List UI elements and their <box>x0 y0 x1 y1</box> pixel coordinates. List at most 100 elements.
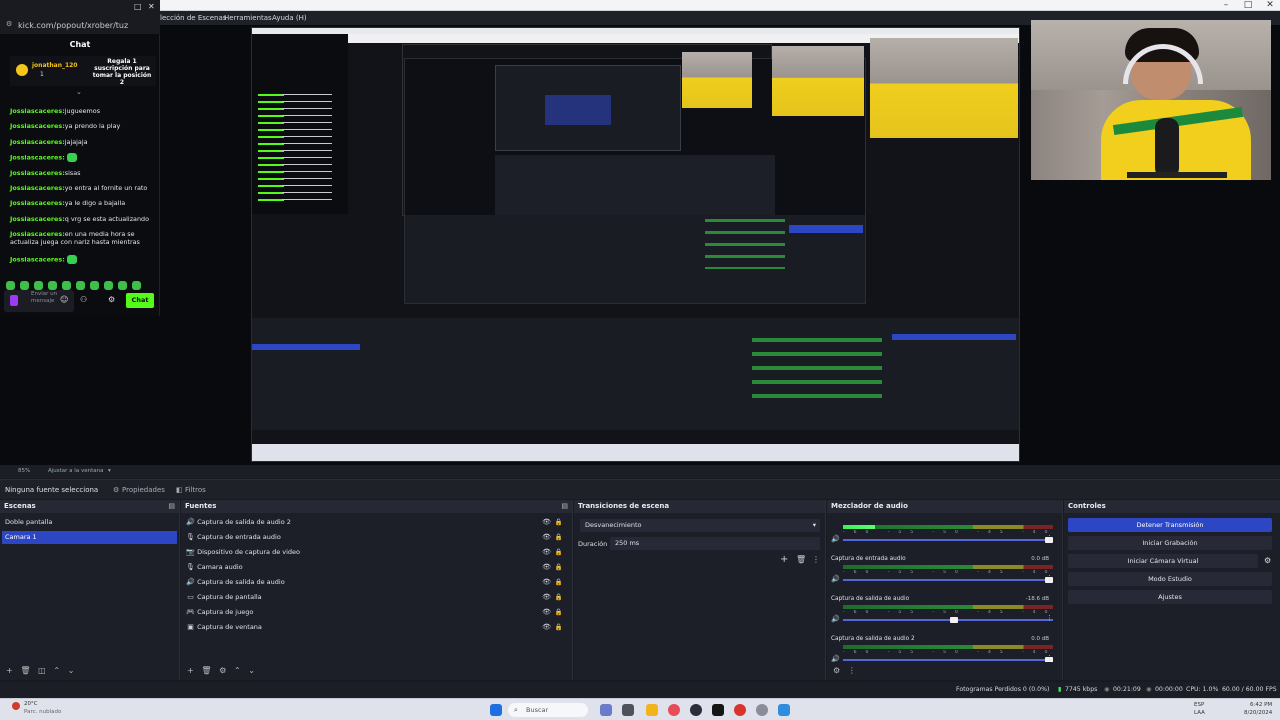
windows-start-icon[interactable] <box>490 704 502 716</box>
chat-username[interactable]: Jossiascaceres: <box>10 107 65 115</box>
scene-item[interactable]: Camara 1 <box>2 531 177 544</box>
taskbar-search[interactable]: ⌕ Buscar <box>508 703 588 717</box>
source-item[interactable]: 🔊 Captura de salida de audio 2 👁 🔒 <box>183 516 569 529</box>
task-view-icon[interactable] <box>622 704 634 716</box>
lock-icon[interactable]: 🔒 <box>555 561 563 574</box>
volume-slider[interactable] <box>843 579 1053 581</box>
scene-item[interactable]: Doble pantalla <box>2 516 177 529</box>
source-item[interactable]: 🎙 Camara audio 👁 🔒 <box>183 561 569 574</box>
properties-button[interactable]: Propiedades <box>122 480 165 500</box>
widgets-icon[interactable] <box>600 704 612 716</box>
stop-stream-button[interactable]: Detener Transmisión <box>1068 518 1272 532</box>
eye-icon[interactable]: 👁 <box>542 621 551 634</box>
zoom-level[interactable]: 85% <box>18 465 30 478</box>
trash-icon[interactable]: 🗑 <box>201 666 211 675</box>
terminal-icon[interactable] <box>712 704 724 716</box>
chat-username[interactable]: Jossiascaceres: <box>10 169 65 177</box>
down-arrow-icon[interactable]: ⌄ <box>68 666 75 675</box>
volume-slider[interactable] <box>843 619 1053 621</box>
chevron-down-icon[interactable]: ▾ <box>108 465 111 478</box>
more-options-icon[interactable]: ⋮ <box>812 555 820 564</box>
dock-float-icon[interactable]: ▤ <box>561 502 568 510</box>
site-info-icon[interactable]: ⚙ <box>6 20 12 28</box>
more-options-icon[interactable]: ⋮ <box>1046 574 1053 582</box>
store-icon[interactable] <box>778 704 790 716</box>
chat-username[interactable]: Jossiascaceres: <box>10 154 65 162</box>
settings-app-icon[interactable] <box>756 704 768 716</box>
studio-mode-button[interactable]: Modo Estudio <box>1068 572 1272 586</box>
lock-icon[interactable]: 🔒 <box>555 576 563 589</box>
add-icon[interactable]: + <box>780 554 788 565</box>
users-icon[interactable]: ⚇ <box>80 295 87 304</box>
eye-icon[interactable]: 👁 <box>542 561 551 574</box>
eye-icon[interactable]: 👁 <box>542 591 551 604</box>
trash-icon[interactable]: 🗑 <box>796 555 806 564</box>
properties-icon[interactable]: ⚙ <box>113 480 119 500</box>
source-item[interactable]: 📷 Dispositivo de captura de video 👁 🔒 <box>183 546 569 559</box>
chat-username[interactable]: Jossiascaceres: <box>10 256 65 264</box>
more-options-icon[interactable]: ⋮ <box>1046 614 1053 622</box>
settings-button[interactable]: Ajustes <box>1068 590 1272 604</box>
lock-icon[interactable]: 🔒 <box>555 516 563 529</box>
emote-bar[interactable] <box>6 275 156 290</box>
menu-help[interactable]: Ayuda (H) <box>272 11 307 25</box>
eye-icon[interactable]: 👁 <box>542 531 551 544</box>
maximize-icon[interactable]: □ <box>134 2 142 11</box>
more-options-icon[interactable]: ⋮ <box>1046 534 1053 542</box>
chat-message-input[interactable]: Enviar un mensaje ☺ <box>4 290 74 312</box>
filters-button[interactable]: Filtros <box>185 480 206 500</box>
chat-username[interactable]: Jossiascaceres: <box>10 230 65 238</box>
fit-window-option[interactable]: Ajustar a la ventana <box>48 465 103 478</box>
lock-icon[interactable]: 🔒 <box>555 546 563 559</box>
minimize-icon[interactable]: – <box>1216 0 1236 10</box>
lock-icon[interactable]: 🔒 <box>555 591 563 604</box>
up-arrow-icon[interactable]: ⌃ <box>234 666 241 675</box>
down-arrow-icon[interactable]: ⌄ <box>248 666 255 675</box>
speaker-icon[interactable]: 🔊 <box>831 615 840 623</box>
volume-slider[interactable] <box>843 659 1053 661</box>
maximize-icon[interactable]: □ <box>1238 0 1258 10</box>
source-item[interactable]: 🎮 Captura de juego 👁 🔒 <box>183 606 569 619</box>
menu-scene-collection[interactable]: lección de Escenas <box>160 11 226 25</box>
chat-username[interactable]: Jossiascaceres: <box>10 199 65 207</box>
filter-icon[interactable]: ◫ <box>38 666 46 675</box>
transition-select[interactable]: Desvanecimiento ▾ <box>580 519 820 532</box>
source-item[interactable]: 🎙 Captura de entrada audio 👁 🔒 <box>183 531 569 544</box>
chevron-down-icon[interactable]: ⌄ <box>76 88 82 96</box>
lock-icon[interactable]: 🔒 <box>555 606 563 619</box>
source-item[interactable]: ▭ Captura de pantalla 👁 🔒 <box>183 591 569 604</box>
eye-icon[interactable]: 👁 <box>542 546 551 559</box>
up-arrow-icon[interactable]: ⌃ <box>53 666 60 675</box>
chat-username[interactable]: Jossiascaceres: <box>10 215 65 223</box>
close-icon[interactable]: ✕ <box>1260 0 1280 10</box>
source-item[interactable]: 🔊 Captura de salida de audio 👁 🔒 <box>183 576 569 589</box>
chat-username[interactable]: Jossiascaceres: <box>10 184 65 192</box>
menu-tools[interactable]: Herramientas <box>224 11 272 25</box>
gear-icon[interactable]: ⚙ <box>219 666 226 675</box>
volume-handle[interactable] <box>950 617 959 623</box>
chat-username[interactable]: Jossiascaceres: <box>10 138 65 146</box>
opera-icon[interactable] <box>668 704 680 716</box>
start-recording-button[interactable]: Iniciar Grabación <box>1068 536 1272 550</box>
volume-slider[interactable] <box>843 539 1053 541</box>
duration-input[interactable]: 250 ms <box>610 537 820 550</box>
chat-username[interactable]: Jossiascaceres: <box>10 122 65 130</box>
filters-icon[interactable]: ◧ <box>176 480 183 500</box>
app-icon[interactable] <box>734 704 746 716</box>
obs-icon[interactable] <box>690 704 702 716</box>
gear-icon[interactable]: ⚙ <box>108 295 115 304</box>
file-explorer-icon[interactable] <box>646 704 658 716</box>
dock-float-icon[interactable]: ▤ <box>168 502 175 510</box>
trash-icon[interactable]: 🗑 <box>20 666 30 675</box>
speaker-icon[interactable]: 🔊 <box>831 575 840 583</box>
eye-icon[interactable]: 👁 <box>542 516 551 529</box>
clock-time[interactable]: 6:42 PM <box>1250 702 1272 708</box>
gear-icon[interactable]: ⚙ <box>1264 556 1271 565</box>
close-icon[interactable]: ✕ <box>148 2 155 11</box>
weather-icon[interactable] <box>12 702 20 710</box>
eye-icon[interactable]: 👁 <box>542 576 551 589</box>
lock-icon[interactable]: 🔒 <box>555 621 563 634</box>
speaker-icon[interactable]: 🔊 <box>831 535 840 543</box>
lock-icon[interactable]: 🔒 <box>555 531 563 544</box>
eye-icon[interactable]: 👁 <box>542 606 551 619</box>
